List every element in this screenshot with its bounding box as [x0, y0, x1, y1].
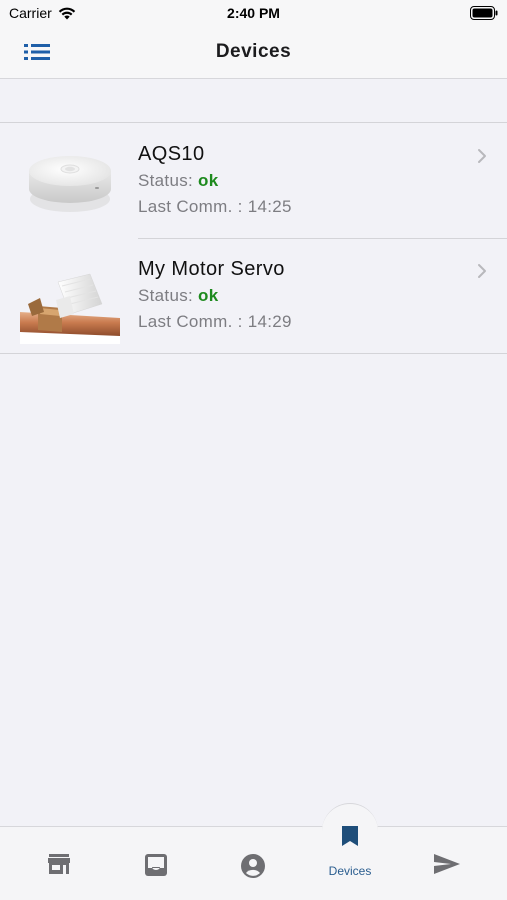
air-quality-sensor-image [29, 156, 111, 212]
device-status: Status: ok [138, 171, 219, 191]
tab-send[interactable] [402, 827, 492, 900]
status-label: Status: [138, 171, 199, 190]
status-value: ok [198, 286, 219, 305]
bookmark-icon [342, 826, 358, 846]
chevron-right-icon [478, 264, 486, 278]
status-bar: Carrier 2:40 PM [0, 0, 507, 28]
tab-bar: Devices [0, 803, 507, 900]
device-row-aqs10[interactable]: AQS10 Status: ok Last Comm. : 14:25 [0, 123, 507, 238]
status-time: 2:40 PM [227, 5, 280, 21]
page-title: Devices [215, 41, 292, 62]
battery-icon [470, 6, 498, 20]
device-row-motor-servo[interactable]: My Motor Servo Status: ok Last Comm. : 1… [0, 238, 507, 353]
tab-devices[interactable]: Devices [305, 803, 395, 900]
tab-label: Devices [328, 864, 372, 878]
nav-bar: Devices [0, 28, 507, 79]
status-label: Status: [138, 286, 199, 305]
store-icon [48, 854, 70, 874]
tab-account[interactable] [208, 827, 298, 900]
tab-store[interactable] [14, 827, 104, 900]
device-status: Status: ok [138, 286, 219, 306]
device-last-comm: Last Comm. : 14:29 [138, 312, 292, 331]
device-name: AQS10 [138, 143, 205, 165]
status-value: ok [198, 171, 219, 190]
device-name: My Motor Servo [138, 258, 285, 280]
send-icon [434, 854, 460, 874]
devices-screen: Carrier 2:40 PM Devices AQS10 Status: ok… [0, 0, 507, 900]
motor-servo-valve-image [20, 273, 120, 344]
device-list: AQS10 Status: ok Last Comm. : 14:25 My M… [0, 122, 507, 354]
account-circle-icon [241, 854, 265, 878]
device-last-comm: Last Comm. : 14:25 [138, 197, 292, 216]
inbox-icon [145, 854, 167, 876]
tab-inbox[interactable] [111, 827, 201, 900]
chevron-right-icon [478, 149, 486, 163]
